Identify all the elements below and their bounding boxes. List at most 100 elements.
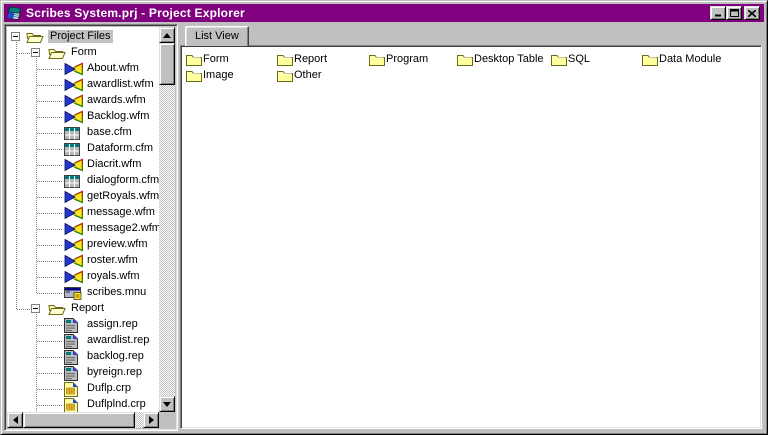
table-form-file-icon xyxy=(64,127,80,140)
tree-item-label[interactable]: Duflplnd.crp xyxy=(85,398,148,411)
tree-item-label[interactable]: backlog.rep xyxy=(85,350,146,363)
tree-item[interactable]: Duflplnd.crp xyxy=(7,397,159,412)
tree-item[interactable]: base.cfm xyxy=(7,125,159,141)
expand-toggle-minus[interactable] xyxy=(11,32,20,41)
list-item[interactable]: Report xyxy=(277,51,327,67)
tree-viewport[interactable]: Project Files Form About.wfm awardlist.w… xyxy=(7,27,159,412)
tree-item[interactable]: Form xyxy=(7,45,159,61)
tree-item[interactable]: awardlist.wfm xyxy=(7,77,159,93)
close-button[interactable] xyxy=(744,6,760,20)
tree-connector-stub xyxy=(37,133,62,134)
expand-toggle-minus[interactable] xyxy=(31,48,40,57)
list-view-content[interactable]: Form Report Program Desktop Table SQL Da… xyxy=(180,45,762,429)
table-form-file-icon xyxy=(64,175,80,188)
tree-item-label[interactable]: getRoyals.wfm xyxy=(85,190,159,203)
minimize-button[interactable] xyxy=(710,6,726,20)
tree-item-label[interactable]: Duflp.crp xyxy=(85,382,133,395)
tree-item-label[interactable]: Dataform.cfm xyxy=(85,142,155,155)
folder-icon xyxy=(277,69,293,82)
tree-item[interactable]: message2.wfm xyxy=(7,221,159,237)
tree-item-label[interactable]: base.cfm xyxy=(85,126,134,139)
list-item-label: Data Module xyxy=(659,53,721,65)
maximize-button[interactable] xyxy=(726,6,742,20)
list-item[interactable]: Other xyxy=(277,67,322,83)
tree-item[interactable]: getRoyals.wfm xyxy=(7,189,159,205)
tree-item-label[interactable]: assign.rep xyxy=(85,318,140,331)
tree-item[interactable]: About.wfm xyxy=(7,61,159,77)
tree-item-label[interactable]: scribes.mnu xyxy=(85,286,148,299)
tree-item[interactable]: Report xyxy=(7,301,159,317)
list-item[interactable]: Form xyxy=(186,51,229,67)
project-explorer-window: Scribes System.prj - Project Explorer xyxy=(0,0,768,435)
tree-item-label[interactable]: Report xyxy=(69,302,106,315)
tree-vertical-scrollbar[interactable] xyxy=(159,27,175,412)
tree-item[interactable]: preview.wfm xyxy=(7,237,159,253)
tree-item[interactable]: message.wfm xyxy=(7,205,159,221)
folder-icon xyxy=(457,53,473,66)
tree-item-label[interactable]: Backlog.wfm xyxy=(85,110,151,123)
tree-connector-stub xyxy=(37,101,62,102)
tab-list-view[interactable]: List View xyxy=(185,26,249,46)
tree-item-label[interactable]: byreign.rep xyxy=(85,366,144,379)
tree-item-label[interactable]: message2.wfm xyxy=(85,222,159,235)
list-item[interactable]: Data Module xyxy=(642,51,721,67)
tree-connector-stub xyxy=(37,85,62,86)
tree-item[interactable]: assign.rep xyxy=(7,317,159,333)
tree-item-label[interactable]: royals.wfm xyxy=(85,270,142,283)
tree-item-label[interactable]: awardlist.wfm xyxy=(85,78,156,91)
list-item-label: Other xyxy=(294,69,322,81)
tree-item-label[interactable]: About.wfm xyxy=(85,62,141,75)
tree-item[interactable]: byreign.rep xyxy=(7,365,159,381)
tree-item[interactable]: Diacrit.wfm xyxy=(7,157,159,173)
title-bar[interactable]: Scribes System.prj - Project Explorer xyxy=(4,4,764,22)
scroll-down-button[interactable] xyxy=(159,396,175,412)
scroll-up-button[interactable] xyxy=(159,27,175,43)
tree-item[interactable]: Duflp.crp xyxy=(7,381,159,397)
tree-item[interactable]: royals.wfm xyxy=(7,269,159,285)
crystal-report-file-icon xyxy=(64,382,78,397)
tree-item[interactable]: awardlist.rep xyxy=(7,333,159,349)
tree-item-label[interactable]: roster.wfm xyxy=(85,254,140,267)
expand-toggle-minus[interactable] xyxy=(31,304,40,313)
tree-item[interactable]: scribes.mnu xyxy=(7,285,159,301)
list-item[interactable]: Program xyxy=(369,51,428,67)
form-file-icon xyxy=(64,78,84,92)
folder-icon xyxy=(642,53,658,66)
form-file-icon xyxy=(64,158,84,172)
tree-item[interactable]: Backlog.wfm xyxy=(7,109,159,125)
form-file-icon xyxy=(64,238,84,252)
report-file-icon xyxy=(64,334,78,349)
folder-icon xyxy=(551,53,567,66)
tree-item-label[interactable]: message.wfm xyxy=(85,206,157,219)
tree-item-label[interactable]: awards.wfm xyxy=(85,94,148,107)
vertical-scroll-thumb[interactable] xyxy=(159,43,175,85)
tree-item-label[interactable]: Diacrit.wfm xyxy=(85,158,143,171)
tree-item-label[interactable]: Project Files xyxy=(48,30,113,43)
tree-item[interactable]: Project Files xyxy=(7,29,159,45)
tree-item[interactable]: Dataform.cfm xyxy=(7,141,159,157)
tree-item-label[interactable]: Form xyxy=(69,46,99,59)
list-view-panel: List View Form Report Program Desktop Ta… xyxy=(179,24,764,431)
tree-item[interactable]: awards.wfm xyxy=(7,93,159,109)
tree-connector-stub xyxy=(37,373,62,374)
form-file-icon xyxy=(64,62,84,76)
horizontal-scroll-thumb[interactable] xyxy=(23,412,135,428)
list-item[interactable]: Desktop Table xyxy=(457,51,544,67)
tree-connector-stub xyxy=(37,213,62,214)
crystal-report-file-icon xyxy=(64,398,78,412)
tree-item-label[interactable]: preview.wfm xyxy=(85,238,150,251)
scrollbar-corner xyxy=(159,412,175,428)
scroll-left-button[interactable] xyxy=(7,412,23,428)
menu-file-icon xyxy=(64,287,82,300)
tree-item[interactable]: backlog.rep xyxy=(7,349,159,365)
tree-horizontal-scrollbar[interactable] xyxy=(7,412,159,428)
tree-item[interactable]: roster.wfm xyxy=(7,253,159,269)
list-item[interactable]: SQL xyxy=(551,51,590,67)
tree-item-label[interactable]: awardlist.rep xyxy=(85,334,151,347)
tree-item-label[interactable]: dialogform.cfm xyxy=(85,174,159,187)
scroll-right-button[interactable] xyxy=(143,412,159,428)
list-item[interactable]: Image xyxy=(186,67,234,83)
tree-connector-stub xyxy=(37,165,62,166)
tree-item[interactable]: dialogform.cfm xyxy=(7,173,159,189)
folder-icon xyxy=(186,53,202,66)
